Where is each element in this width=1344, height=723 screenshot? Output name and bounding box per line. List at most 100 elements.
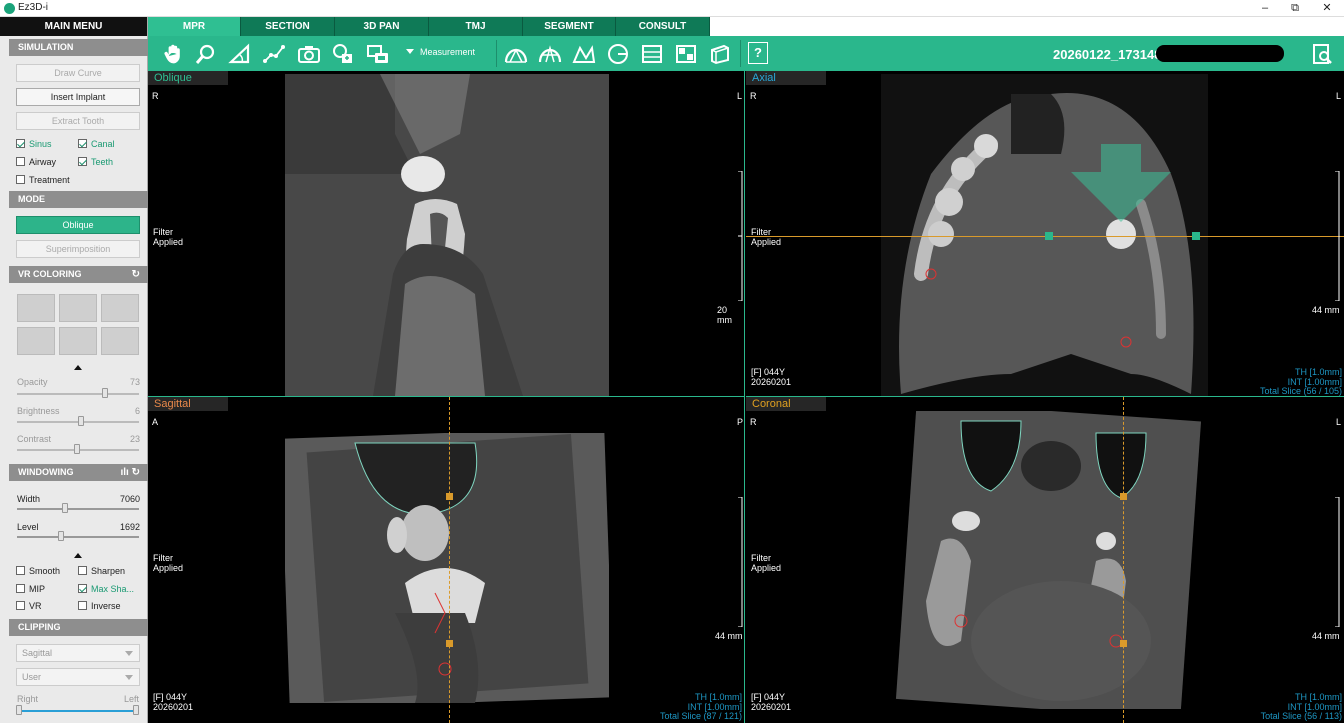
- histogram-refresh-icon[interactable]: ılı ↻: [121, 464, 141, 481]
- vr-checkbox[interactable]: VR: [16, 600, 42, 612]
- polyline-tool-icon[interactable]: [262, 42, 286, 66]
- opacity-slider-handle[interactable]: [102, 388, 108, 398]
- sagittal-slice-count: Total Slice (87 / 121): [659, 711, 742, 721]
- tab-mpr[interactable]: MPR: [148, 17, 241, 36]
- clipping-header[interactable]: CLIPPING: [9, 619, 148, 636]
- sagittal-crosshair-line[interactable]: [449, 397, 450, 723]
- sagittal-orient-left: A: [152, 417, 159, 427]
- draw-curve-button[interactable]: Draw Curve: [16, 64, 140, 82]
- help-button[interactable]: ?: [748, 42, 768, 64]
- tab-consult[interactable]: CONSULT: [616, 17, 710, 36]
- mip-checkbox[interactable]: MIP: [16, 583, 45, 595]
- clip-left-handle[interactable]: [133, 705, 139, 715]
- teeth-checkbox[interactable]: Teeth: [78, 156, 113, 168]
- vr-preset-thumbnail[interactable]: [59, 327, 97, 355]
- contrast-slider-handle[interactable]: [74, 444, 80, 454]
- layout-icon[interactable]: [640, 42, 664, 66]
- minimize-button[interactable]: –: [1248, 0, 1282, 17]
- oblique-mode-button[interactable]: Oblique: [16, 216, 140, 234]
- rotate-icon[interactable]: [606, 42, 630, 66]
- smooth-label: Smooth: [29, 566, 61, 576]
- canal-checkbox[interactable]: Canal: [78, 138, 115, 150]
- sagittal-viewport[interactable]: Sagittal A P Filter Applied 44 mm [F] 04…: [148, 397, 745, 723]
- clip-right-handle[interactable]: [16, 705, 22, 715]
- arch-curve-icon[interactable]: [538, 42, 562, 66]
- simulation-header[interactable]: SIMULATION: [9, 39, 148, 56]
- vr-preset-thumbnail[interactable]: [59, 294, 97, 322]
- vr-preset-thumbnail[interactable]: [101, 294, 139, 322]
- sagittal-crosshair-handle[interactable]: [446, 640, 453, 647]
- sagittal-orient-right: P: [737, 417, 744, 427]
- inverse-checkbox[interactable]: Inverse: [78, 600, 121, 612]
- width-slider-handle[interactable]: [62, 503, 68, 513]
- save-screen-icon[interactable]: [366, 42, 390, 66]
- coronal-viewport[interactable]: Coronal R L Filter Applied 44 mm [F] 044…: [746, 397, 1344, 723]
- superimposition-button[interactable]: Superimposition: [16, 240, 140, 258]
- vr-coloring-header[interactable]: VR COLORING ↻: [9, 266, 148, 283]
- oblique-viewport[interactable]: Oblique R L Filter Applied 20 mm: [148, 71, 745, 397]
- refresh-icon[interactable]: ↻: [132, 266, 140, 283]
- coronal-crosshair-handle[interactable]: [1120, 640, 1127, 647]
- insert-implant-button[interactable]: Insert Implant: [16, 88, 140, 106]
- maximize-button[interactable]: ⧉: [1278, 0, 1312, 17]
- canal-check-icon: [78, 139, 87, 148]
- clipping-mode-select[interactable]: User: [16, 668, 140, 686]
- arch-icon[interactable]: [504, 42, 528, 66]
- max-sharpen-label: Max Sha...: [91, 584, 135, 594]
- axial-scale-label: 44 mm: [1312, 305, 1340, 315]
- grid-layout-icon[interactable]: [674, 42, 698, 66]
- axial-viewport[interactable]: Axial R L Filter Applied 44 mm [F] 044Y …: [746, 71, 1344, 397]
- smooth-checkbox[interactable]: Smooth: [16, 565, 60, 577]
- coronal-crosshair-line[interactable]: [1123, 397, 1124, 723]
- brightness-slider-handle[interactable]: [78, 416, 84, 426]
- sharpen-checkbox[interactable]: Sharpen: [78, 565, 125, 577]
- tab-section[interactable]: SECTION: [241, 17, 335, 36]
- vr-preset-thumbnail[interactable]: [101, 327, 139, 355]
- close-button[interactable]: ✕: [1310, 0, 1344, 17]
- collapse-arrow-icon[interactable]: [74, 553, 82, 558]
- pan-hand-icon[interactable]: [162, 42, 186, 66]
- coronal-crosshair-handle[interactable]: [1120, 493, 1127, 500]
- airway-checkbox[interactable]: Airway: [16, 156, 56, 168]
- tab-3d-pan[interactable]: 3D PAN: [335, 17, 429, 36]
- clip-range-track[interactable]: [17, 710, 139, 712]
- opacity-slider-track[interactable]: [17, 393, 139, 395]
- windowing-label: WINDOWING: [18, 467, 74, 477]
- treatment-checkbox[interactable]: Treatment: [16, 174, 70, 186]
- width-slider-track[interactable]: [17, 508, 139, 510]
- zoom-icon[interactable]: [194, 42, 218, 66]
- coronal-scan-image: [895, 411, 1201, 709]
- level-label: Level: [17, 522, 39, 532]
- level-slider-handle[interactable]: [58, 531, 64, 541]
- extract-tooth-button[interactable]: Extract Tooth: [16, 112, 140, 130]
- measurement-dropdown[interactable]: Measurement: [406, 47, 475, 57]
- axial-crosshair-handle[interactable]: [1192, 232, 1200, 240]
- coronal-study-date: 20260201: [751, 702, 792, 712]
- nerve-tracing-icon[interactable]: [572, 42, 596, 66]
- 3d-volume-icon[interactable]: [708, 42, 732, 66]
- treatment-check-icon: [16, 175, 25, 184]
- chevron-down-icon: [125, 675, 133, 680]
- export-icon[interactable]: [331, 42, 355, 66]
- angle-tool-icon[interactable]: [228, 42, 252, 66]
- clipping-plane-select[interactable]: Sagittal: [16, 644, 140, 662]
- tab-tmj[interactable]: TMJ: [429, 17, 523, 36]
- sagittal-crosshair-handle[interactable]: [446, 493, 453, 500]
- level-slider-track[interactable]: [17, 536, 139, 538]
- patient-info-icon[interactable]: [1310, 42, 1334, 66]
- mode-header[interactable]: MODE: [9, 191, 148, 208]
- tab-segment[interactable]: SEGMENT: [523, 17, 616, 36]
- teeth-check-icon: [78, 157, 87, 166]
- mip-check-icon: [16, 584, 25, 593]
- clip-right-label: Right: [17, 694, 39, 704]
- windowing-header[interactable]: WINDOWING ılı ↻: [9, 464, 148, 481]
- max-sharpen-checkbox[interactable]: Max Sha...: [78, 583, 134, 595]
- main-menu-header[interactable]: MAIN MENU: [0, 17, 147, 36]
- axial-crosshair-handle[interactable]: [1045, 232, 1053, 240]
- sinus-checkbox[interactable]: Sinus: [16, 138, 52, 150]
- vr-preset-thumbnail[interactable]: [17, 294, 55, 322]
- collapse-arrow-icon[interactable]: [74, 365, 82, 370]
- airway-label: Airway: [29, 157, 57, 167]
- camera-icon[interactable]: [297, 42, 321, 66]
- vr-preset-thumbnail[interactable]: [17, 327, 55, 355]
